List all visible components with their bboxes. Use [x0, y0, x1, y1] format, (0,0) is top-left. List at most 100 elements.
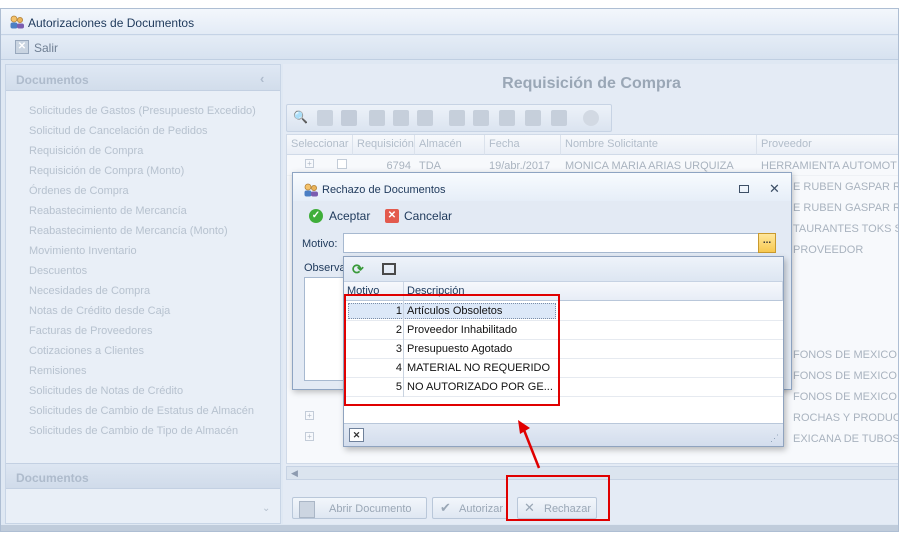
sidebar-header[interactable]: Documentos ‹	[6, 65, 280, 91]
columns-icon[interactable]	[369, 110, 385, 126]
row-checkbox[interactable]	[337, 159, 347, 169]
sidebar: Documentos ‹ Solicitudes de Gastos (Pres…	[5, 64, 281, 524]
users-icon	[304, 183, 318, 197]
cell-proveedor: FONOS DE MEXICO S	[793, 370, 899, 382]
aceptar-label: Aceptar	[329, 209, 371, 223]
sidebar-item[interactable]: Notas de Crédito desde Caja	[29, 305, 170, 317]
page-title: Requisición de Compra	[502, 75, 681, 92]
cell-fecha: 19/abr./2017	[489, 160, 551, 172]
sidebar-footer[interactable]: Documentos	[6, 463, 280, 489]
col-header-fecha[interactable]: Fecha	[485, 135, 561, 155]
layout-icon[interactable]	[551, 110, 567, 126]
abrir-documento-label: Abrir Documento	[329, 503, 412, 515]
circle-icon[interactable]	[583, 110, 599, 126]
sidebar-item[interactable]: Requisición de Compra	[29, 145, 143, 157]
app-users-icon	[10, 15, 24, 29]
expand-icon[interactable]: +	[305, 411, 314, 420]
close-icon: ✕	[15, 40, 29, 54]
close-icon: ✕	[385, 209, 399, 223]
observaciones-label: Observa	[304, 262, 346, 274]
dialog-toolbar: ✓ Aceptar ✕ Cancelar	[293, 202, 791, 228]
scroll-left-icon[interactable]: ◀	[291, 468, 298, 479]
grid-toolbar: 🔍	[286, 104, 612, 132]
cell-proveedor: FONOS DE MEXICO S	[793, 349, 899, 361]
refresh-icon[interactable]: ⟳	[352, 261, 364, 278]
sidebar-item[interactable]: Descuentos	[29, 265, 87, 277]
cell-requisicion: 6794	[386, 160, 411, 172]
sidebar-item[interactable]: Necesidades de Compra	[29, 285, 150, 297]
status-bar	[1, 525, 898, 531]
col-header-seleccionar[interactable]: Seleccionar	[287, 135, 353, 155]
sidebar-item[interactable]: Remisiones	[29, 365, 86, 377]
annotation-arrow-icon	[518, 420, 541, 469]
sidebar-item[interactable]: Solicitudes de Cambio de Tipo de Almacén	[29, 425, 238, 437]
open-icon[interactable]	[341, 110, 357, 126]
group-icon[interactable]	[417, 110, 433, 126]
chevron-down-icon: ⌄	[262, 503, 271, 514]
cancelar-label: Cancelar	[404, 209, 453, 223]
cell-proveedor: TAURANTES TOKS S.A	[793, 223, 898, 235]
sum-icon[interactable]	[473, 110, 489, 126]
col-header-almacen[interactable]: Almacén	[415, 135, 485, 155]
autorizar-label: Autorizar	[459, 503, 504, 515]
window-titlebar: Autorizaciones de Documentos	[1, 9, 898, 35]
menu-bar: ✕ Salir	[1, 36, 898, 60]
sidebar-item[interactable]: Solicitud de Cancelación de Pedidos	[29, 125, 208, 137]
sidebar-item[interactable]: Movimiento Inventario	[29, 245, 137, 257]
sidebar-item[interactable]: Solicitudes de Notas de Crédito	[29, 385, 183, 397]
sidebar-item[interactable]: Solicitudes de Gastos (Presupuesto Exced…	[29, 105, 256, 117]
motivo-input[interactable]	[343, 233, 759, 253]
chevron-left-icon[interactable]: ‹	[260, 71, 264, 86]
cell-proveedor: HERRAMIENTA AUTOMOT	[761, 160, 897, 172]
check-icon: ✓	[309, 209, 323, 223]
cell-proveedor: E RUBEN GASPAR ROJ	[793, 181, 898, 193]
cell-proveedor: PROVEEDOR	[793, 244, 864, 256]
popup-toolbar: ⟳	[344, 257, 783, 282]
cell-almacen: TDA	[419, 160, 441, 172]
sidebar-item[interactable]: Cotizaciones a Clientes	[29, 345, 144, 357]
salir-label: Salir	[34, 41, 59, 55]
ellipsis-button[interactable]: ...	[758, 233, 776, 253]
search-icon[interactable]: 🔍	[293, 110, 309, 126]
restore-icon[interactable]	[739, 185, 749, 193]
sort-icon[interactable]	[393, 110, 409, 126]
table-icon[interactable]	[525, 110, 541, 126]
sidebar-item[interactable]: Solicitudes de Cambio de Estatus de Alma…	[29, 405, 254, 417]
observaciones-textarea[interactable]	[304, 277, 348, 381]
col-header-proveedor[interactable]: Proveedor	[757, 135, 898, 155]
cell-proveedor: ROCHAS Y PRODUCTOS	[793, 412, 898, 424]
abrir-documento-button[interactable]: Abrir Documento	[292, 497, 427, 519]
window-title: Autorizaciones de Documentos	[28, 16, 195, 30]
sidebar-item[interactable]: Reabastecimiento de Mercancía	[29, 205, 187, 217]
sidebar-item[interactable]: Órdenes de Compra	[29, 185, 129, 197]
close-icon[interactable]: ✕	[349, 428, 364, 442]
col-header-requisicion[interactable]: Requisición	[353, 135, 415, 155]
check-icon: ✔	[440, 500, 451, 515]
sidebar-footer-label: Documentos	[16, 471, 89, 485]
sidebar-item[interactable]: Facturas de Proveedores	[29, 325, 153, 337]
highlight-box-options	[344, 294, 560, 406]
dialog-titlebar: Rechazo de Documentos ✕	[293, 173, 791, 201]
cell-proveedor: FONOS DE MEXICO S	[793, 391, 899, 403]
popup-footer: ✕ ⋰	[344, 423, 783, 446]
align-icon[interactable]	[449, 110, 465, 126]
dialog-title: Rechazo de Documentos	[322, 184, 446, 196]
cell-solicitante: MONICA MARIA ARIAS URQUIZA	[565, 160, 734, 172]
expand-icon[interactable]: +	[305, 432, 314, 441]
expand-icon[interactable]: +	[305, 159, 314, 168]
motivo-label: Motivo:	[302, 238, 338, 250]
export-icon[interactable]	[317, 110, 333, 126]
sidebar-item[interactable]: Requisición de Compra (Monto)	[29, 165, 184, 177]
grid-icon[interactable]	[499, 110, 515, 126]
autorizar-button[interactable]: ✔ Autorizar	[432, 497, 508, 519]
sidebar-header-label: Documentos	[16, 73, 89, 87]
binoculars-icon[interactable]	[382, 263, 396, 275]
document-icon	[299, 501, 315, 518]
highlight-box-rechazar	[506, 475, 610, 521]
cell-proveedor: EXICANA DE TUBOS Y VA	[793, 433, 899, 445]
cell-proveedor: E RUBEN GASPAR ROJ	[793, 202, 898, 214]
close-icon[interactable]: ✕	[769, 181, 780, 197]
resize-grip-icon[interactable]: ⋰	[770, 433, 779, 444]
col-header-nombre-solicitante[interactable]: Nombre Solicitante	[561, 135, 757, 155]
sidebar-item[interactable]: Reabastecimiento de Mercancía (Monto)	[29, 225, 228, 237]
